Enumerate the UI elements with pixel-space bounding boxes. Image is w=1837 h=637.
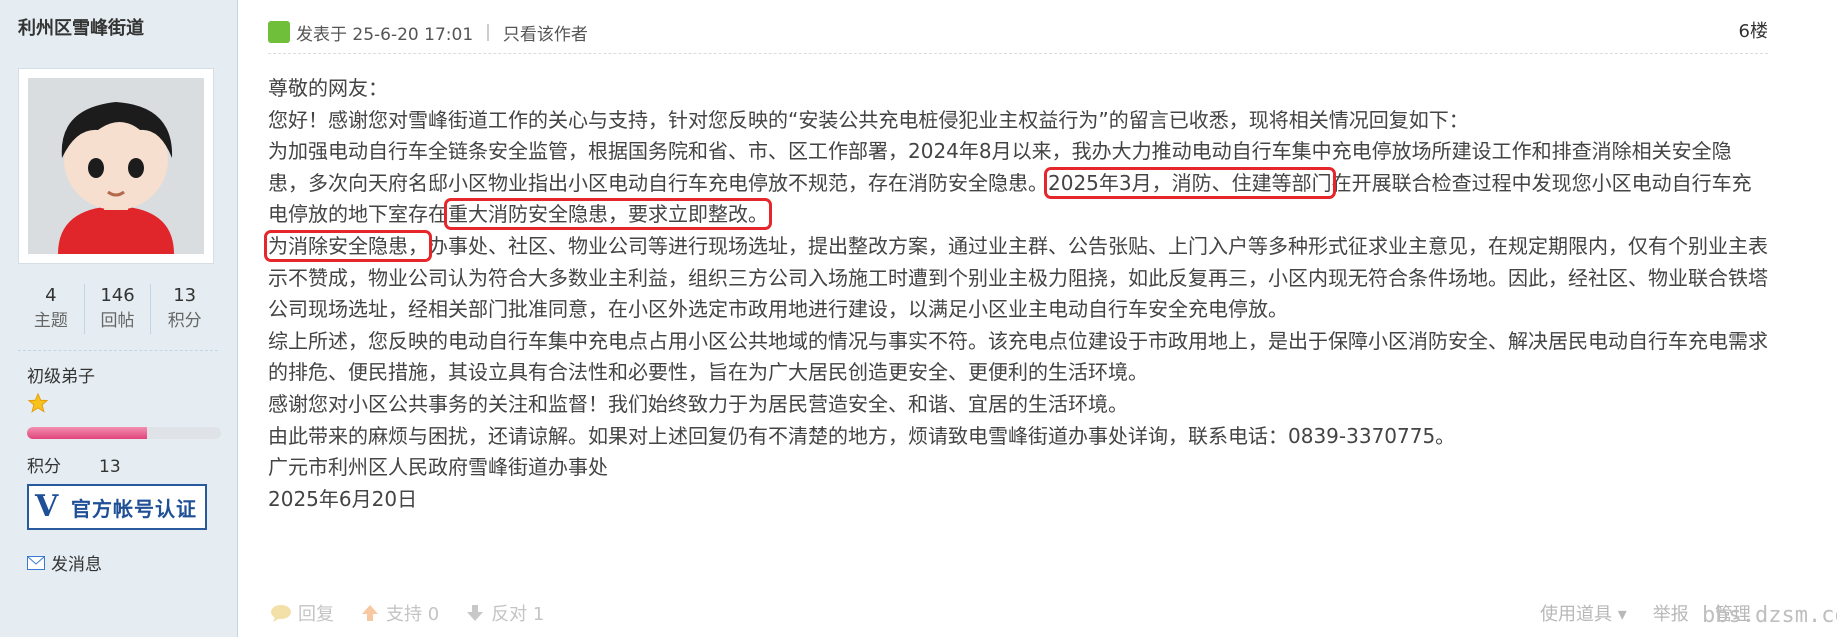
- reply-button[interactable]: 回复: [270, 600, 334, 626]
- oppose-button[interactable]: 反对 1: [465, 600, 544, 626]
- signature-org: 广元市利州区人民政府雪峰街道办事处: [268, 455, 608, 480]
- avatar[interactable]: [28, 78, 204, 254]
- reply-label: 回复: [298, 604, 334, 625]
- support-label: 支持 0: [386, 604, 440, 625]
- sidebar-divider: [18, 350, 218, 351]
- send-message-button[interactable]: 发消息: [27, 550, 102, 575]
- floor-number[interactable]: 6楼: [1739, 12, 1768, 52]
- apology-paragraph: 由此带来的麻烦与困扰，还请谅解。如果对上述回复仍有不清楚的地方，烦请致电雪峰街道…: [268, 423, 1456, 448]
- stat-points[interactable]: 13 积分: [151, 284, 218, 334]
- signature-date: 2025年6月20日: [268, 486, 418, 511]
- support-button[interactable]: 支持 0: [360, 600, 439, 626]
- star-icon: [27, 392, 49, 413]
- post-actions: 回复 支持 0 反对 1: [270, 600, 544, 626]
- level-progress-fill: [27, 427, 148, 439]
- stat-replies[interactable]: 146 回帖: [85, 284, 152, 334]
- envelope-icon: [27, 555, 45, 570]
- highlight-inspection-date: 2025年3月，消防、住建等部门: [1044, 166, 1336, 199]
- level-progress-bar: [27, 427, 221, 439]
- author-name[interactable]: 利州区雪峰街道: [18, 14, 144, 40]
- thanks-paragraph: 感谢您对小区公共事务的关注和监督！我们始终致力于为居民营造安全、和谐、宜居的生活…: [268, 391, 1128, 416]
- conclusion-paragraph: 综上所述，您反映的电动自行车集中充电点占用小区公共地域的情况与事实不符。该充电点…: [268, 328, 1768, 385]
- points-row: 积分 13: [27, 452, 121, 477]
- thumbs-down-icon: [467, 605, 484, 621]
- background-paragraph: 为加强电动自行车全链条安全监管，根据国务院和省、市、区工作部署，2024年8月以…: [268, 136, 1768, 231]
- verified-v-icon: V: [35, 489, 59, 524]
- stat-value: 4: [45, 285, 57, 306]
- author-stats: 4 主题 146 回帖 13 积分: [18, 284, 218, 334]
- stat-value: 13: [173, 285, 197, 306]
- chevron-down-icon: ▾: [1617, 604, 1627, 625]
- stat-value: 146: [100, 285, 135, 306]
- stat-label: 主题: [33, 311, 68, 331]
- post-time: 发表于 25-6-20 17:01: [296, 24, 474, 45]
- highlight-major-hazard: 重大消防安全隐患，要求立即整改。: [444, 198, 772, 231]
- header-divider-line: [268, 53, 1768, 54]
- only-author-link[interactable]: 只看该作者: [503, 20, 588, 45]
- oppose-label: 反对 1: [491, 604, 545, 625]
- watermark: bbs.dzsm.com: [1702, 603, 1837, 628]
- thumbs-up-icon: [362, 605, 378, 621]
- post-header: 发表于 25-6-20 17:01 | 只看该作者 6楼: [268, 12, 1768, 52]
- report-link[interactable]: 举报: [1653, 600, 1689, 626]
- avatar-illustration: [28, 78, 204, 254]
- author-sidebar: 利州区雪峰街道 4 主题 146 回帖 13 积分 初级弟子 积分 13 V 官…: [0, 0, 238, 637]
- highlight-eliminate-hazard: 为消除安全隐患，: [264, 229, 432, 262]
- send-message-label: 发消息: [51, 555, 102, 575]
- post-content: 尊敬的网友： 您好！感谢您对雪峰街道工作的关心与支持，针对您反映的“安装公共充电…: [264, 73, 1768, 515]
- verified-label: 官方帐号认证: [71, 496, 197, 521]
- avatar-frame[interactable]: [18, 68, 214, 264]
- measures-paragraph: 为消除安全隐患，办事处、社区、物业公司等进行现场选址，提出整改方案，通过业主群、…: [264, 229, 1768, 326]
- measures-text: 办事处、社区、物业公司等进行现场选址，提出整改方案，通过业主群、公告张贴、上门入…: [268, 233, 1768, 322]
- reply-icon: [271, 605, 291, 622]
- stat-threads[interactable]: 4 主题: [18, 284, 85, 334]
- header-divider: |: [485, 22, 491, 42]
- verified-badge[interactable]: V 官方帐号认证: [27, 484, 207, 530]
- online-status-icon: [268, 21, 290, 43]
- use-tools-label: 使用道具: [1540, 604, 1612, 625]
- user-rank[interactable]: 初级弟子: [27, 362, 95, 387]
- points-label: 积分: [27, 457, 61, 477]
- intro-paragraph: 您好！感谢您对雪峰街道工作的关心与支持，针对您反映的“安装公共充电桩侵犯业主权益…: [268, 107, 1469, 132]
- use-tools-menu[interactable]: 使用道具 ▾: [1540, 600, 1627, 626]
- points-value: 13: [99, 457, 121, 477]
- greeting: 尊敬的网友：: [268, 76, 388, 100]
- stat-label: 回帖: [100, 311, 135, 331]
- stat-label: 积分: [167, 311, 202, 331]
